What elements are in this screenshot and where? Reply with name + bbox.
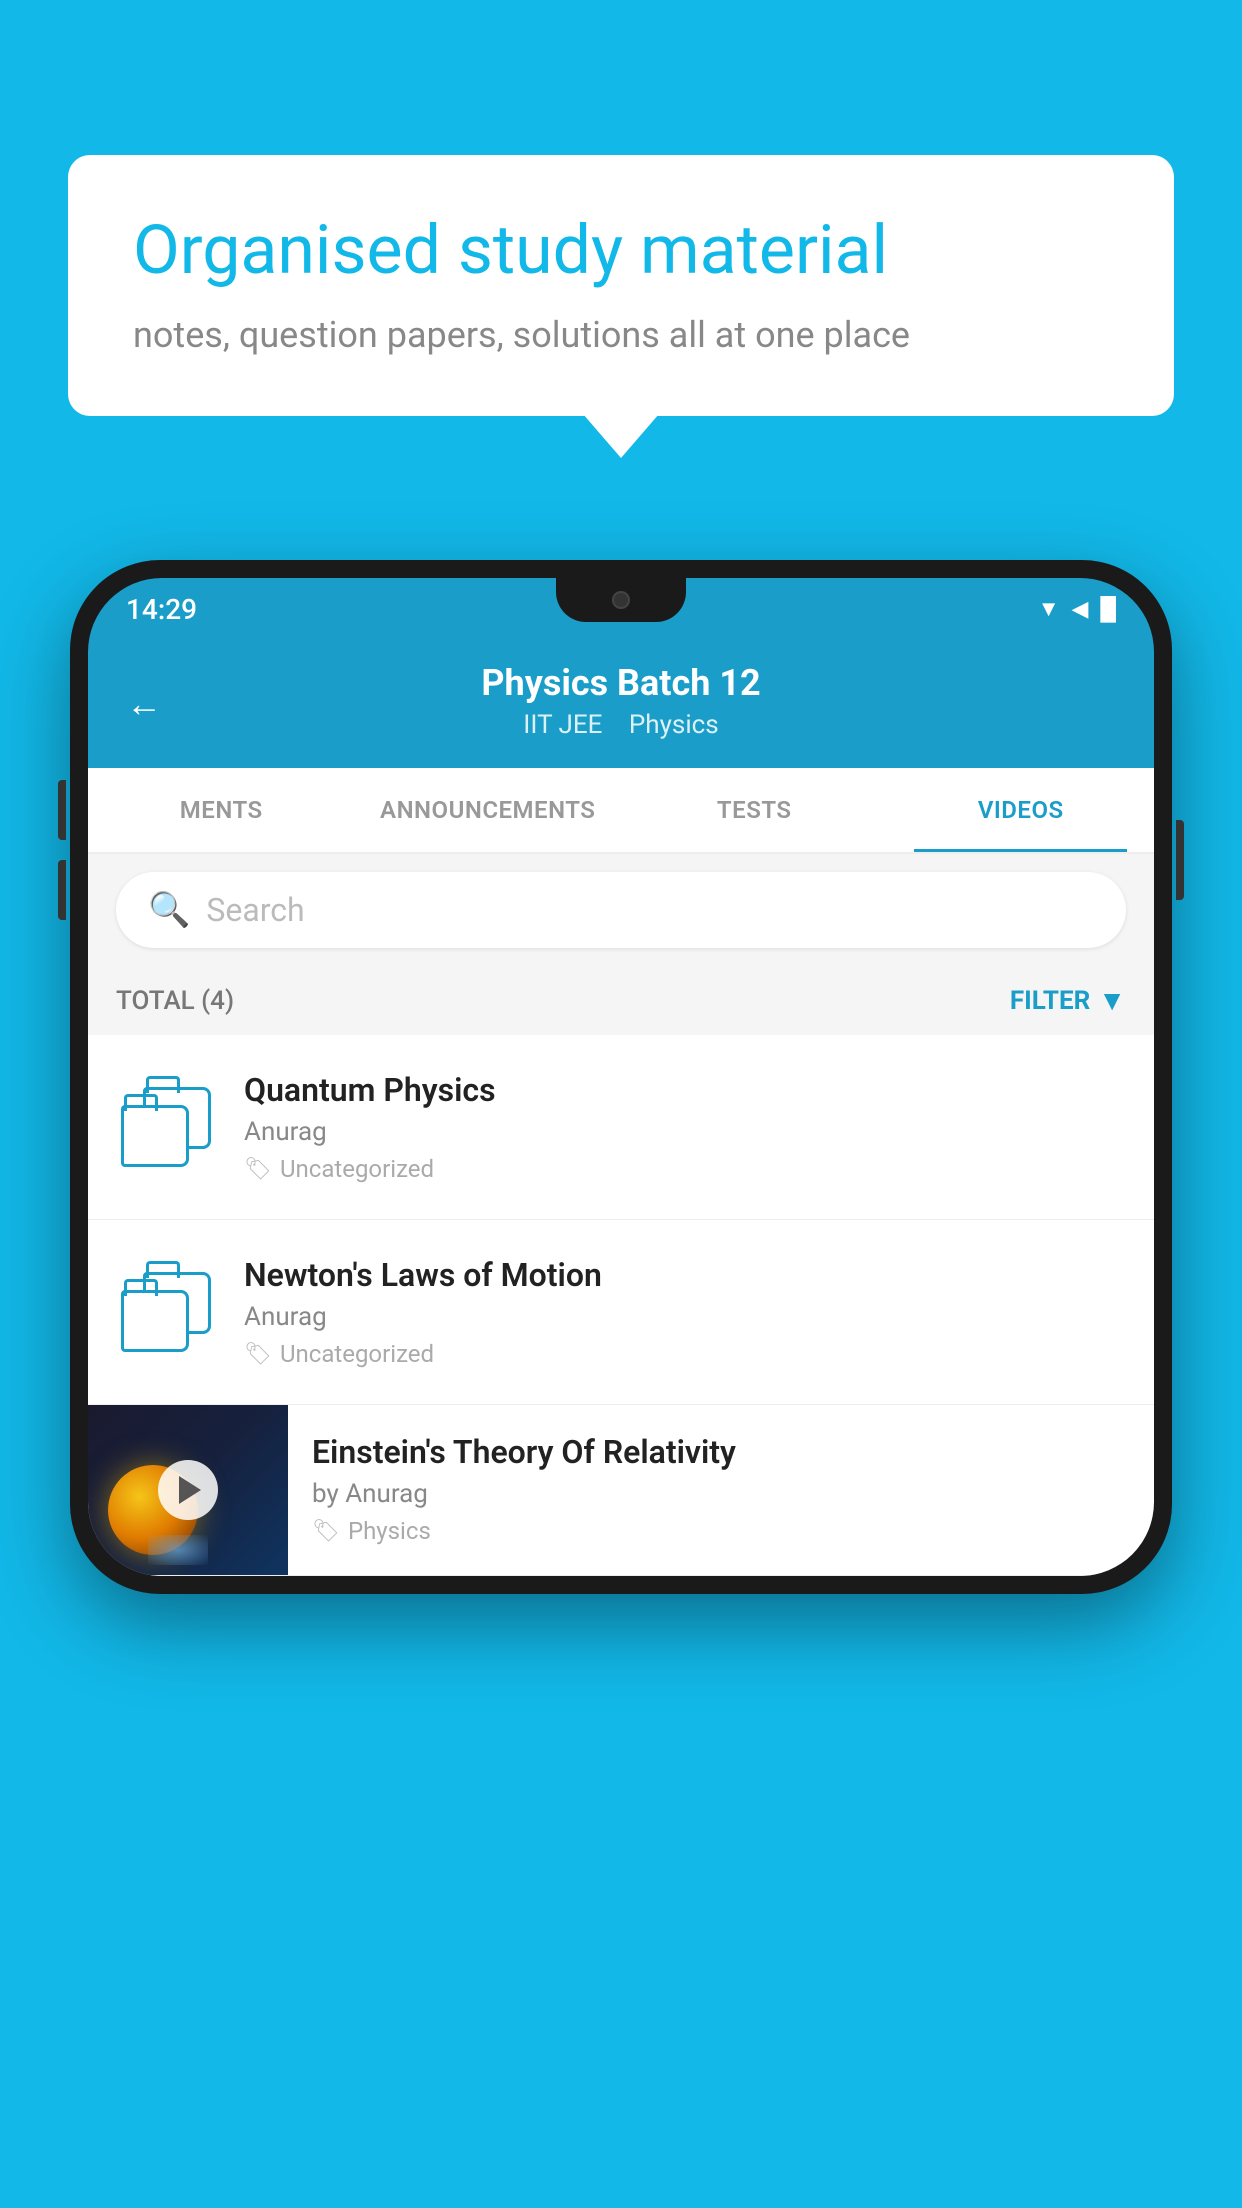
list-item[interactable]: Einstein's Theory Of Relativity by Anura… [88, 1405, 1154, 1576]
course-label: IIT JEE [523, 710, 602, 740]
tag-label: Uncategorized [280, 1155, 434, 1183]
phone-mockup: 14:29 ▼ ◀ █ ← Physics Batch 12 IIT JEE P… [70, 560, 1172, 1594]
item-author: by Anurag [312, 1479, 1130, 1509]
status-bar: 14:29 ▼ ◀ █ [88, 578, 1154, 640]
search-placeholder: Search [206, 891, 304, 929]
header-subtitle: IIT JEE Physics [126, 710, 1116, 740]
status-icons: ▼ ◀ █ [1038, 596, 1116, 622]
back-button[interactable]: ← [126, 683, 162, 725]
folder-icon [121, 1272, 211, 1352]
filter-label: FILTER [1010, 986, 1090, 1016]
folder-icon-wrap [116, 1077, 216, 1177]
search-box[interactable]: 🔍 Search [116, 872, 1126, 948]
list-item[interactable]: Newton's Laws of Motion Anurag 🏷 Uncateg… [88, 1220, 1154, 1405]
front-camera [612, 591, 630, 609]
power-button [1176, 820, 1184, 900]
phone-screen: 14:29 ▼ ◀ █ ← Physics Batch 12 IIT JEE P… [88, 578, 1154, 1576]
status-time: 14:29 [126, 593, 197, 626]
tag-icon: 🏷 [312, 1519, 340, 1544]
tag-icon: 🏷 [244, 1342, 272, 1367]
item-tag: 🏷 Uncategorized [244, 1340, 1126, 1368]
bubble-title: Organised study material [133, 210, 1109, 292]
play-icon [179, 1476, 201, 1504]
bubble-subtitle: notes, question papers, solutions all at… [133, 314, 1109, 356]
item-title: Einstein's Theory Of Relativity [312, 1433, 1130, 1471]
item-info: Newton's Laws of Motion Anurag 🏷 Uncateg… [244, 1256, 1126, 1368]
folder-icon [121, 1087, 211, 1167]
item-info: Quantum Physics Anurag 🏷 Uncategorized [244, 1071, 1126, 1183]
tab-tests[interactable]: TESTS [621, 768, 888, 852]
phone-outer: 14:29 ▼ ◀ █ ← Physics Batch 12 IIT JEE P… [70, 560, 1172, 1594]
video-list: Quantum Physics Anurag 🏷 Uncategorized [88, 1035, 1154, 1576]
tab-announcements[interactable]: ANNOUNCEMENTS [355, 768, 622, 852]
glow-effect [148, 1535, 208, 1565]
speech-bubble: Organised study material notes, question… [68, 155, 1174, 416]
item-author: Anurag [244, 1117, 1126, 1147]
item-info: Einstein's Theory Of Relativity by Anura… [288, 1405, 1154, 1573]
signal-icon: ◀ [1071, 597, 1088, 622]
speech-bubble-section: Organised study material notes, question… [68, 155, 1174, 416]
search-icon: 🔍 [148, 890, 190, 930]
camera-notch [556, 578, 686, 622]
folder-icon-wrap [116, 1262, 216, 1362]
play-button[interactable] [158, 1460, 218, 1520]
tag-icon: 🏷 [244, 1157, 272, 1182]
tag-label: Uncategorized [280, 1340, 434, 1368]
item-tag: 🏷 Physics [312, 1517, 1130, 1545]
folder-front [121, 1290, 189, 1352]
subject-label: Physics [629, 710, 719, 740]
item-title: Newton's Laws of Motion [244, 1256, 1126, 1294]
search-container: 🔍 Search [88, 854, 1154, 966]
battery-icon: █ [1100, 596, 1116, 622]
volume-down-button [58, 860, 66, 920]
header-title: Physics Batch 12 [126, 662, 1116, 704]
filter-icon: ▼ [1098, 984, 1126, 1017]
item-title: Quantum Physics [244, 1071, 1126, 1109]
item-tag: 🏷 Uncategorized [244, 1155, 1126, 1183]
item-author: Anurag [244, 1302, 1126, 1332]
tab-bar: MENTS ANNOUNCEMENTS TESTS VIDEOS [88, 768, 1154, 854]
volume-up-button [58, 780, 66, 840]
tab-videos[interactable]: VIDEOS [888, 768, 1155, 852]
total-count: TOTAL (4) [116, 986, 234, 1016]
list-item[interactable]: Quantum Physics Anurag 🏷 Uncategorized [88, 1035, 1154, 1220]
tab-documents[interactable]: MENTS [88, 768, 355, 852]
tag-label: Physics [348, 1517, 431, 1545]
folder-front [121, 1105, 189, 1167]
video-thumbnail [88, 1405, 288, 1575]
wifi-icon: ▼ [1038, 596, 1060, 622]
app-header: ← Physics Batch 12 IIT JEE Physics [88, 640, 1154, 768]
filter-bar: TOTAL (4) FILTER ▼ [88, 966, 1154, 1035]
filter-button[interactable]: FILTER ▼ [1010, 984, 1126, 1017]
